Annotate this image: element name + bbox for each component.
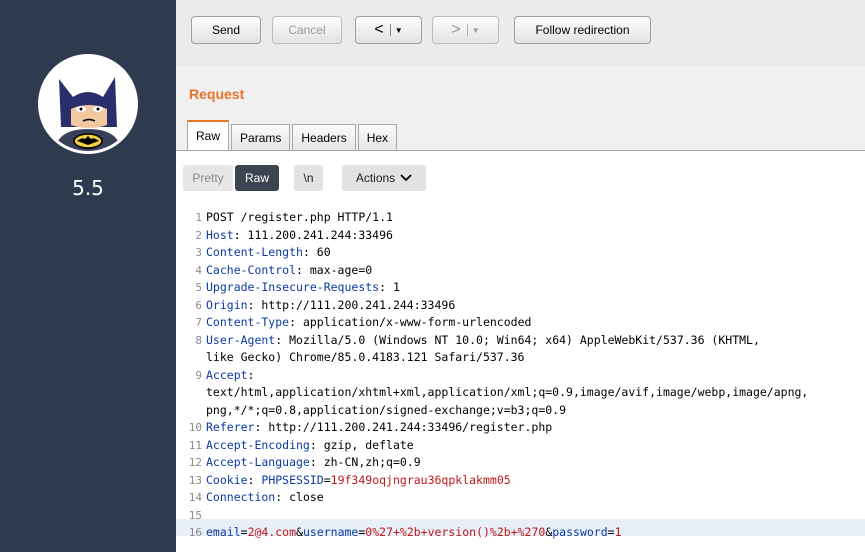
line-number: 14 [188, 491, 202, 504]
newline-toggle-button[interactable]: \n [294, 165, 323, 191]
burp-repeater-panel: Send Cancel < ▼ > ▼ Follow redirection Req… [176, 0, 865, 552]
line-text: Accept-Encoding: gzip, deflate [206, 437, 414, 452]
line-text: POST /register.php HTTP/1.1 [206, 210, 393, 224]
back-button[interactable]: < ▼ [355, 16, 422, 44]
forward-arrow-icon: > [451, 21, 461, 38]
line-number: 1 [195, 211, 202, 224]
line-text: Upgrade-Insecure-Requests: 1 [206, 280, 400, 294]
toolbar: Send Cancel < ▼ > ▼ Follow redirection [176, 0, 865, 67]
line-number: 15 [188, 508, 202, 522]
line-text: User-Agent: Mozilla/5.0 (Windows NT 10.0… [206, 332, 760, 347]
tab-params[interactable]: Params [231, 124, 291, 150]
line-text: Content-Type: application/x-www-form-url… [206, 315, 532, 329]
editor-toolbar: Pretty Raw \n Actions [176, 151, 865, 201]
request-title: Request [189, 86, 245, 102]
line-number: 11 [188, 438, 202, 452]
line-number: 3 [195, 246, 202, 259]
tab-headers[interactable]: Headers [292, 124, 356, 150]
line-number: 10 [188, 421, 202, 434]
follow-redirection-label: Follow redirection [535, 23, 630, 37]
line-text: Cookie: PHPSESSID=19f349oqjngrau36qpklak… [206, 472, 511, 487]
send-button[interactable]: Send [191, 16, 261, 44]
back-arrow-icon: < [374, 21, 384, 38]
line-number: 12 [188, 456, 202, 469]
pretty-button[interactable]: Pretty [183, 165, 233, 191]
follow-redirection-button[interactable]: Follow redirection [514, 16, 651, 44]
line-number: 7 [195, 316, 202, 329]
actions-label: Actions [355, 171, 396, 185]
cancel-button[interactable]: Cancel [272, 16, 342, 44]
line-text: Connection: close [206, 490, 324, 504]
version-label: 5.5 [72, 176, 104, 200]
raw-button[interactable]: Raw [235, 165, 279, 191]
dropdown-arrow-icon: ▼ [471, 25, 480, 35]
line-number: 6 [195, 298, 202, 312]
chevron-down-icon [400, 174, 412, 182]
line-text: Accept-Language: zh-CN,zh;q=0.9 [206, 455, 421, 469]
forward-button[interactable]: > ▼ [432, 16, 499, 44]
line-text: Content-Length: 60 [206, 245, 331, 259]
batman-avatar-icon [41, 57, 135, 151]
line-number: 5 [195, 281, 202, 294]
line-text: Host: 111.200.241.244:33496 [206, 227, 393, 242]
line-number: 16 [188, 526, 202, 539]
avatar[interactable] [38, 54, 138, 154]
line-number: 2 [195, 228, 202, 242]
line-number: 13 [188, 473, 202, 487]
line-number: 4 [195, 263, 202, 277]
line-text: email=2@4.com&username=0%27+%2b+version(… [206, 525, 622, 539]
line-text: Referer: http://111.200.241.244:33496/re… [206, 420, 553, 434]
line-text: Origin: http://111.200.241.244:33496 [206, 297, 456, 312]
tab-raw[interactable]: Raw [187, 120, 230, 150]
line-text: text/html,application/xhtml+xml,applicat… [206, 385, 809, 399]
actions-button[interactable]: Actions [342, 165, 426, 191]
request-tabs: Raw Params Headers Hex [187, 118, 399, 150]
line-text: Accept: [206, 367, 255, 382]
line-text: like Gecko) Chrome/85.0.4183.121 Safari/… [206, 350, 525, 364]
dropdown-arrow-icon: ▼ [394, 25, 403, 35]
line-number: 8 [195, 333, 202, 347]
sidebar: 5.5 [0, 0, 176, 552]
line-text: Cache-Control: max-age=0 [206, 262, 373, 277]
line-number: 9 [195, 368, 202, 382]
tab-hex[interactable]: Hex [357, 124, 398, 150]
send-label: Send [211, 23, 241, 37]
cancel-label: Cancel [288, 23, 326, 37]
raw-request-editor[interactable]: 1 POST /register.php HTTP/1.1 2 Host: 111.2… [176, 205, 865, 552]
line-text: png,*/*;q=0.8,application/signed-exchang… [206, 402, 567, 417]
request-header-area: Request Raw Params Headers Hex [176, 66, 865, 150]
